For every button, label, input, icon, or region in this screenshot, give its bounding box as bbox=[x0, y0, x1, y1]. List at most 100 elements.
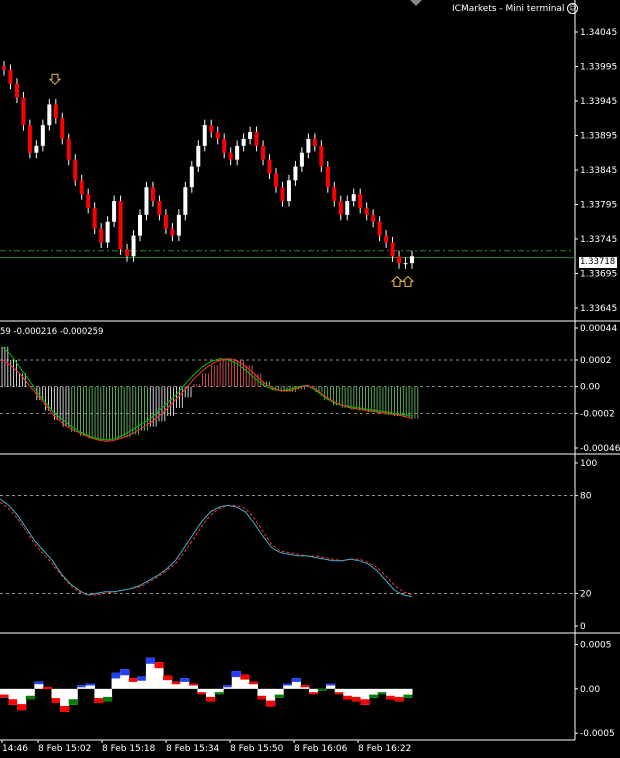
candle-body bbox=[338, 201, 343, 215]
osc-histogram-tip bbox=[188, 683, 198, 686]
candle-body bbox=[410, 256, 414, 264]
candle-body bbox=[157, 201, 162, 215]
candle-body bbox=[27, 125, 32, 153]
candle-body bbox=[261, 145, 266, 160]
candle-body bbox=[79, 180, 84, 195]
candle-body bbox=[293, 166, 298, 181]
osc-histogram-tip bbox=[351, 696, 361, 702]
candle-body bbox=[377, 221, 382, 236]
osc-histogram-tip bbox=[42, 687, 52, 690]
osc-histogram-tip bbox=[103, 696, 113, 702]
candle-body bbox=[47, 104, 52, 126]
candle-body bbox=[183, 187, 188, 215]
price-tick-label: 1.33795 bbox=[580, 201, 617, 211]
candle-body bbox=[60, 118, 65, 139]
candle-body bbox=[53, 104, 58, 119]
candle-body bbox=[286, 180, 291, 202]
osc-histogram-tip bbox=[128, 678, 138, 682]
candle-body bbox=[34, 145, 39, 153]
osc-histogram-tip bbox=[154, 662, 164, 669]
osc-histogram-tip bbox=[214, 692, 224, 695]
stoch-main-line bbox=[0, 498, 413, 598]
time-axis-label: 8 Feb 15:18 bbox=[102, 744, 156, 754]
osc-histogram-tip bbox=[34, 681, 44, 685]
macd-tick-label: -0.00046 bbox=[580, 444, 620, 454]
osc-histogram-tip bbox=[51, 698, 61, 704]
candle-body bbox=[215, 132, 220, 139]
candle-body bbox=[254, 132, 259, 146]
chart-shift-icon bbox=[410, 0, 422, 6]
candle-body bbox=[105, 221, 110, 243]
price-tick-label: 1.34045 bbox=[580, 28, 617, 38]
candle-body bbox=[248, 132, 253, 139]
candle-body bbox=[306, 138, 311, 153]
osc-histogram-tip bbox=[334, 692, 344, 695]
osc-histogram-tip bbox=[386, 695, 396, 700]
candle-body bbox=[267, 159, 272, 174]
osc-histogram-tip bbox=[231, 671, 241, 678]
candle-body bbox=[332, 187, 337, 202]
candle-body bbox=[222, 138, 227, 153]
trading-chart[interactable]: 1.34045 1.33995 1.33945 1.33895 1.33845 1.337… bbox=[0, 0, 620, 758]
time-axis-label: 8 Feb 15:50 bbox=[230, 744, 284, 754]
current-price-tag: 1.33718 bbox=[579, 257, 617, 268]
price-tick-label: 1.33995 bbox=[580, 63, 617, 73]
osc-histogram-tip bbox=[403, 694, 413, 698]
time-axis-label: 8 Feb 15:34 bbox=[166, 744, 220, 754]
candle-body bbox=[364, 207, 369, 215]
osc-histogram-tip bbox=[283, 683, 293, 686]
candle-body bbox=[21, 97, 26, 126]
candle-body bbox=[99, 228, 104, 243]
candle-body bbox=[2, 66, 6, 70]
stoch-tick-label: 20 bbox=[580, 589, 592, 599]
osc-histogram-tip bbox=[171, 681, 181, 685]
osc-tick-label: 0.0005 bbox=[580, 640, 612, 650]
candle-body bbox=[92, 207, 97, 229]
osc-histogram-tip bbox=[369, 694, 379, 698]
candle-body bbox=[371, 214, 376, 222]
candle-body bbox=[8, 69, 13, 84]
candle-body bbox=[112, 201, 117, 222]
osc-histogram-tip bbox=[248, 681, 258, 685]
smiley-face-icon[interactable]: ☺ bbox=[567, 3, 579, 14]
candle-body bbox=[138, 214, 142, 236]
osc-histogram-tip bbox=[145, 657, 155, 664]
osc-histogram-tip bbox=[257, 695, 267, 700]
price-tick-label: 1.33695 bbox=[580, 270, 617, 280]
candle-body bbox=[86, 194, 91, 208]
candle-body bbox=[150, 187, 155, 202]
macd-tick-label: 0.00044 bbox=[580, 324, 617, 334]
osc-histogram-tip bbox=[394, 696, 404, 702]
candle-body bbox=[319, 145, 324, 167]
time-axis-label: 8 Feb 15:02 bbox=[38, 744, 91, 754]
price-tick-label: 1.33945 bbox=[580, 97, 617, 107]
osc-histogram-tip bbox=[291, 678, 301, 682]
osc-tick-label: 0.00 bbox=[580, 685, 600, 695]
candle-body bbox=[384, 235, 389, 243]
time-axis-label: 8 Feb 16:22 bbox=[358, 744, 411, 754]
osc-histogram-tip bbox=[360, 699, 370, 705]
osc-histogram-tip bbox=[309, 692, 319, 695]
candle-body bbox=[40, 125, 45, 146]
candle-body bbox=[274, 173, 278, 188]
stoch-tick-label: 0 bbox=[580, 622, 586, 632]
osc-histogram-tip bbox=[85, 683, 95, 686]
osc-histogram-tip bbox=[94, 698, 104, 704]
osc-histogram-tip bbox=[137, 676, 147, 681]
candle-body bbox=[66, 138, 71, 160]
macd-tick-label: -0.0002 bbox=[580, 409, 615, 419]
macd-main-line bbox=[1, 346, 413, 441]
candle-body bbox=[131, 235, 136, 257]
osc-histogram-tip bbox=[77, 685, 87, 688]
window-title: ICMarkets - Mini terminal ☺ bbox=[452, 3, 579, 14]
osc-tick-label: -0.0005 bbox=[580, 729, 615, 739]
stoch-tick-label: 100 bbox=[580, 459, 597, 469]
candle-body bbox=[403, 263, 408, 265]
osc-histogram-tip bbox=[206, 696, 216, 702]
osc-histogram-tip bbox=[266, 700, 276, 707]
candle-body bbox=[73, 159, 78, 181]
osc-histogram-tip bbox=[68, 699, 78, 705]
candle-body bbox=[351, 194, 356, 202]
candle-body bbox=[325, 166, 330, 188]
price-tick-label: 1.33845 bbox=[580, 166, 617, 176]
